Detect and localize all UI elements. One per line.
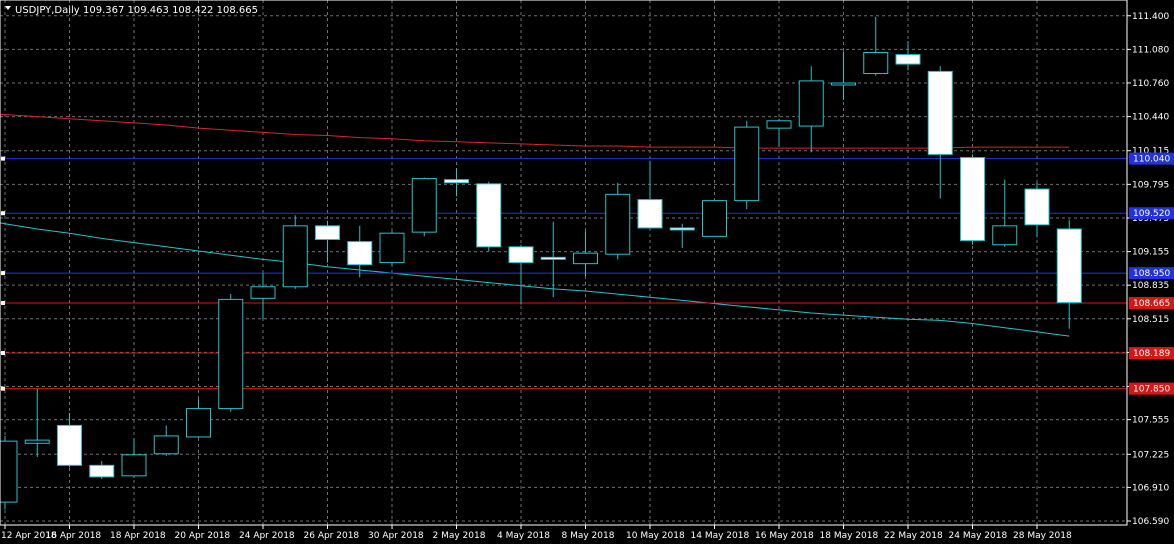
price-tick-label: 111.400 <box>1132 12 1169 22</box>
candle <box>702 200 727 237</box>
candle-body-bearish <box>895 54 921 65</box>
chart-background <box>0 0 1174 544</box>
price-tick-label: 109.795 <box>1132 180 1169 190</box>
chart-header: USDJPY,Daily 109.367 109.463 108.422 108… <box>5 5 258 16</box>
candle-body-bearish <box>57 424 82 466</box>
price-tick-label: 108.515 <box>1132 315 1169 325</box>
date-tick-label: 20 Apr 2018 <box>175 531 231 541</box>
candle-body-bearish <box>89 464 115 478</box>
candle-body-bearish <box>1056 228 1082 304</box>
candle <box>734 120 760 210</box>
candle-body-bullish <box>831 82 856 86</box>
candle-body-bearish <box>669 227 695 231</box>
level-handle-icon[interactable] <box>1 211 5 216</box>
candle-body-bullish <box>250 286 276 299</box>
date-tick-label: 28 May 2018 <box>1013 531 1072 541</box>
date-tick-label: 8 May 2018 <box>562 531 615 541</box>
candle-body-bullish <box>992 225 1018 246</box>
candle-body-bullish <box>218 298 244 410</box>
date-tick-label: 24 May 2018 <box>949 531 1008 541</box>
candle-body-bearish <box>315 225 340 240</box>
candle <box>282 215 308 289</box>
candle <box>411 177 437 237</box>
ohlc-readout: 109.367 109.463 108.422 108.665 <box>83 5 258 16</box>
candle <box>0 435 18 510</box>
candle-body-bullish <box>863 52 889 75</box>
price-level-label: 110.040 <box>1133 155 1170 165</box>
candle-body-bullish <box>379 232 405 264</box>
candle-body-bearish <box>927 70 953 155</box>
price-tick-label: 106.590 <box>1132 517 1169 527</box>
level-handle-icon[interactable] <box>1 271 5 276</box>
candle-body-bullish <box>766 120 792 129</box>
candle-body-bearish <box>444 179 469 184</box>
price-tick-label: 109.155 <box>1132 248 1169 258</box>
date-tick-label: 18 May 2018 <box>820 531 879 541</box>
level-handle-icon[interactable] <box>1 301 5 306</box>
price-tick-label: 107.555 <box>1132 416 1169 426</box>
candle-body-bearish <box>347 241 373 266</box>
candle-body-bullish <box>186 408 211 438</box>
candle <box>218 294 244 412</box>
price-level-label: 109.520 <box>1133 209 1170 219</box>
price-tick-label: 107.225 <box>1132 450 1169 460</box>
candle-body-bullish <box>605 193 631 255</box>
candle-body-bearish <box>508 246 534 264</box>
price-level-label: 108.665 <box>1133 299 1170 309</box>
date-tick-label: 16 May 2018 <box>755 531 814 541</box>
candle-body-bullish <box>282 225 308 288</box>
candle-body-bearish <box>637 199 663 229</box>
date-tick-label: 14 May 2018 <box>691 531 750 541</box>
candle-body-bearish <box>960 157 985 242</box>
candle-body-bullish <box>121 454 147 477</box>
candle-body-bullish <box>573 252 598 265</box>
date-tick-label: 16 Apr 2018 <box>46 531 102 541</box>
date-tick-label: 26 Apr 2018 <box>304 531 360 541</box>
date-tick-label: 24 Apr 2018 <box>239 531 295 541</box>
candle-body-bearish <box>1024 188 1050 226</box>
price-chart[interactable]: 111.400111.080110.760110.440110.115109.7… <box>0 0 1174 544</box>
level-handle-icon[interactable] <box>1 351 5 356</box>
candle-body-bullish <box>0 440 18 503</box>
level-handle-icon[interactable] <box>1 386 5 391</box>
date-tick-label: 2 May 2018 <box>433 531 486 541</box>
candle-body-bullish <box>702 200 727 237</box>
price-tick-label: 106.910 <box>1132 483 1169 493</box>
price-tick-label: 108.835 <box>1132 281 1169 291</box>
candle-body-bearish <box>476 183 502 248</box>
candle-body-bullish <box>153 435 179 455</box>
date-tick-label: 10 May 2018 <box>626 531 685 541</box>
candle-body-bullish <box>24 439 50 444</box>
candle <box>960 154 985 245</box>
price-level-label: 108.189 <box>1133 349 1170 359</box>
candle-body-bearish <box>540 256 566 260</box>
candle-body-bullish <box>411 178 437 233</box>
date-tick-label: 4 May 2018 <box>497 531 550 541</box>
candle <box>605 182 631 260</box>
price-tick-label: 111.080 <box>1132 45 1169 55</box>
date-tick-label: 18 Apr 2018 <box>110 531 166 541</box>
price-level-label: 108.950 <box>1133 269 1170 279</box>
symbol-title: USDJPY,Daily <box>15 5 80 16</box>
price-level-label: 107.850 <box>1133 385 1170 395</box>
level-handle-icon[interactable] <box>1 156 5 161</box>
candle <box>379 231 405 266</box>
price-tick-label: 110.760 <box>1132 79 1169 89</box>
candle <box>476 181 502 252</box>
date-tick-label: 30 Apr 2018 <box>368 531 424 541</box>
price-tick-label: 110.440 <box>1132 113 1169 123</box>
candle-body-bullish <box>798 80 824 127</box>
date-tick-label: 22 May 2018 <box>884 531 943 541</box>
candle-body-bullish <box>734 126 760 202</box>
